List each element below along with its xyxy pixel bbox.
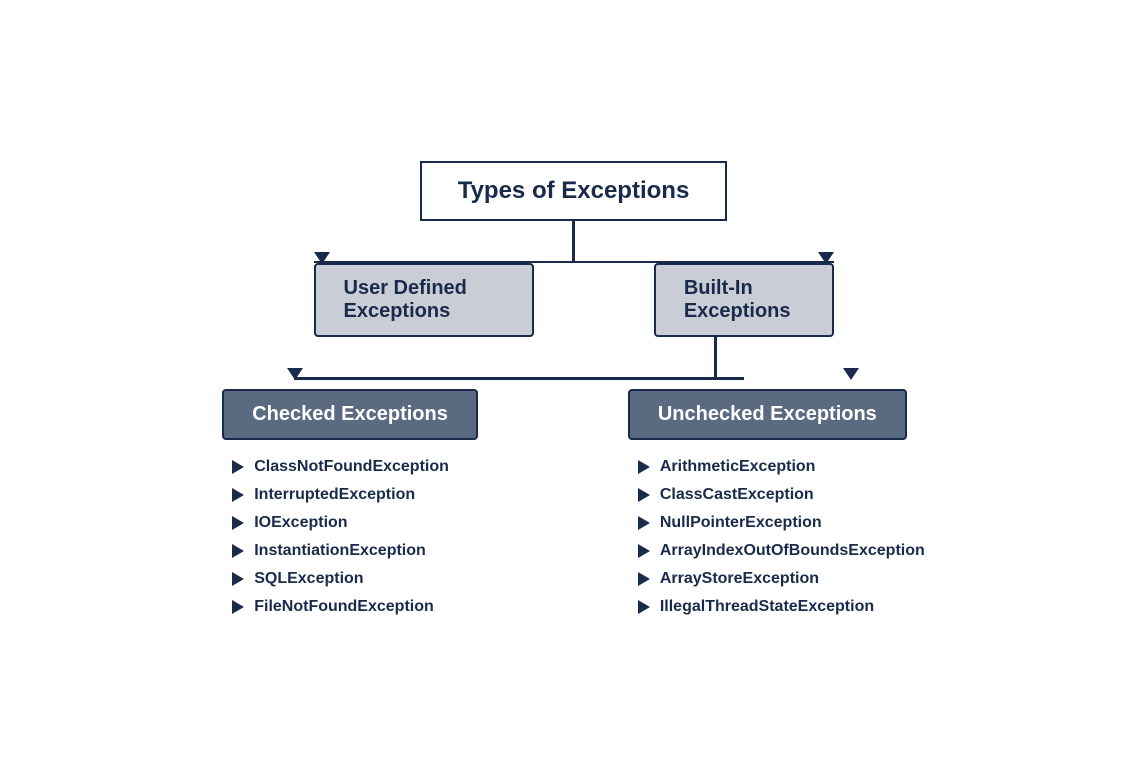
arrow-to-user-defined	[314, 252, 330, 264]
list-item: ArrayStoreException	[638, 570, 925, 588]
arrow-icon	[638, 460, 650, 474]
root-node: Types of Exceptions	[420, 161, 728, 221]
arrow-icon	[232, 544, 244, 558]
list-item: IllegalThreadStateException	[638, 598, 925, 616]
user-defined-node: User Defined Exceptions	[314, 263, 534, 337]
list-item: SQLException	[232, 570, 449, 588]
arrow-icon	[638, 488, 650, 502]
arrow-icon	[232, 516, 244, 530]
list-item: ClassNotFoundException	[232, 458, 449, 476]
arrow-to-built-in	[818, 252, 834, 264]
unchecked-col: Unchecked Exceptions ArithmeticException…	[628, 389, 925, 616]
exception-label: ClassNotFoundException	[254, 458, 449, 476]
arrow-to-unchecked	[843, 368, 859, 380]
exception-label: NullPointerException	[660, 514, 822, 532]
checked-col: Checked Exceptions ClassNotFoundExceptio…	[222, 389, 478, 616]
arrow-to-checked	[287, 368, 303, 380]
exception-label: ArithmeticException	[660, 458, 816, 476]
built-in-node: Built-In Exceptions	[654, 263, 834, 337]
unchecked-list: ArithmeticException ClassCastException N…	[628, 458, 925, 616]
checked-node: Checked Exceptions	[222, 389, 478, 440]
arrow-icon	[232, 488, 244, 502]
exception-label: SQLException	[254, 570, 363, 588]
arrow-icon	[232, 572, 244, 586]
arrow-icon	[232, 600, 244, 614]
exception-label: FileNotFoundException	[254, 598, 434, 616]
exception-label: InterruptedException	[254, 486, 415, 504]
list-item: ArrayIndexOutOfBoundsException	[638, 542, 925, 560]
list-item: FileNotFoundException	[232, 598, 449, 616]
h-branch-level3	[184, 377, 964, 389]
checked-list: ClassNotFoundException InterruptedExcept…	[222, 458, 449, 616]
list-item: InstantiationException	[232, 542, 449, 560]
arrow-icon	[638, 572, 650, 586]
exception-label: IllegalThreadStateException	[660, 598, 874, 616]
exception-label: ClassCastException	[660, 486, 814, 504]
list-item: ClassCastException	[638, 486, 925, 504]
arrow-icon	[232, 460, 244, 474]
root-vline	[572, 221, 575, 261]
exception-label: IOException	[254, 514, 347, 532]
spacer1	[314, 337, 834, 377]
exception-label: InstantiationException	[254, 542, 426, 560]
arrow-icon	[638, 544, 650, 558]
exception-label: ArrayStoreException	[660, 570, 819, 588]
arrow-icon	[638, 516, 650, 530]
diagram: Types of Exceptions User Defined Excepti…	[24, 161, 1124, 617]
list-item: ArithmeticException	[638, 458, 925, 476]
unchecked-node: Unchecked Exceptions	[628, 389, 907, 440]
h-branch-top	[314, 261, 834, 264]
arrow-icon	[638, 600, 650, 614]
exception-label: ArrayIndexOutOfBoundsException	[660, 542, 925, 560]
list-item: InterruptedException	[232, 486, 449, 504]
list-item: IOException	[232, 514, 449, 532]
list-item: NullPointerException	[638, 514, 925, 532]
